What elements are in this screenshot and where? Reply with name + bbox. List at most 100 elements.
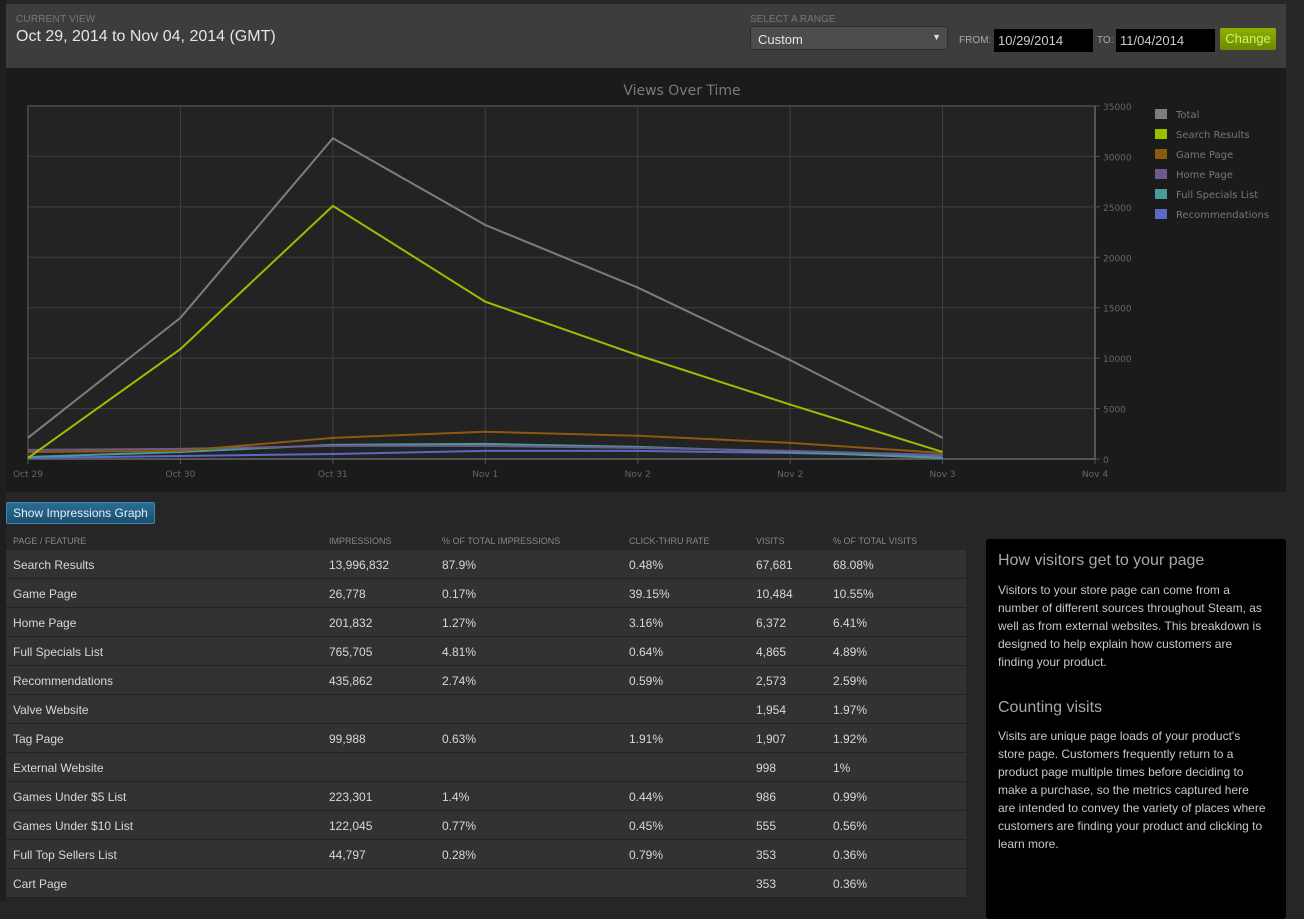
table-cell: 67,681 — [756, 558, 793, 572]
current-view-label: CURRENT VIEW — [16, 14, 96, 25]
column-header: % OF TOTAL IMPRESSIONS — [442, 536, 561, 546]
table-cell: 2.74% — [442, 674, 477, 688]
table-cell: 1% — [833, 761, 851, 775]
table-row: Cart Page 353 0.36% — [6, 869, 966, 898]
table-cell: 4.81% — [442, 645, 477, 659]
table-cell: 4.89% — [833, 645, 868, 659]
range-selected-value: Custom — [758, 32, 803, 47]
table-row: Game Page 26,778 0.17% 39.15% 10,484 10.55% — [6, 579, 966, 608]
from-date-input[interactable] — [994, 29, 1093, 52]
table-row: Full Top Sellers List 44,797 0.28% 0.79% 353… — [6, 840, 966, 869]
current-view-value: Oct 29, 2014 to Nov 04, 2014 (GMT) — [16, 28, 276, 45]
x-tick-label: Nov 3 — [929, 470, 955, 480]
table-cell: 0.36% — [833, 848, 868, 862]
info-text-counting-visits: Visits are unique page loads of your pro… — [998, 729, 1266, 851]
table-cell: Search Results — [13, 558, 95, 572]
table-cell: 6,372 — [756, 616, 787, 630]
table-cell: 353 — [756, 848, 777, 862]
table-cell: 555 — [756, 819, 777, 833]
table-cell: Recommendations — [13, 674, 114, 688]
x-tick-label: Nov 2 — [777, 470, 803, 480]
info-heading-how-visitors: How visitors get to your page — [998, 552, 1205, 569]
range-label: SELECT A RANGE — [750, 14, 836, 25]
legend-label: Recommendations — [1176, 210, 1269, 221]
table-cell: 223,301 — [329, 790, 373, 804]
table-row: Games Under $5 List 223,301 1.4% 0.44% 986 0.… — [6, 782, 966, 811]
table-row: Games Under $10 List 122,045 0.77% 0.45% 555… — [6, 811, 966, 840]
table-cell: Full Top Sellers List — [13, 848, 117, 862]
table-cell: 0.59% — [629, 674, 664, 688]
range-select[interactable]: Custom ▼ — [750, 26, 948, 50]
column-header: CLICK-THRU RATE — [629, 536, 710, 546]
table-cell: 0.44% — [629, 790, 664, 804]
table-cell: 0.45% — [629, 819, 664, 833]
dropdown-arrow-icon: ▼ — [932, 32, 941, 42]
column-header: PAGE / FEATURE — [13, 536, 87, 546]
y-tick-label: 5000 — [1103, 406, 1126, 416]
y-tick-label: 10000 — [1103, 355, 1132, 365]
table-row: Recommendations 435,862 2.74% 0.59% 2,573 2.5… — [6, 666, 966, 695]
plot-area — [27, 105, 1096, 460]
table-row: External Website 998 1% — [6, 753, 966, 782]
column-header: IMPRESSIONS — [329, 536, 392, 546]
table-row: Valve Website 1,954 1.97% — [6, 695, 966, 724]
y-tick-label: 20000 — [1103, 254, 1132, 264]
table-cell: 44,797 — [329, 848, 366, 862]
table-cell: 201,832 — [329, 616, 373, 630]
table-cell: 0.48% — [629, 558, 664, 572]
table-cell: 26,778 — [329, 587, 366, 601]
y-tick-label: 35000 — [1103, 103, 1132, 113]
chart-svg: Views Over Time 0 5000 10000 15000 20000 2500… — [13, 83, 1269, 480]
table-row: Home Page 201,832 1.27% 3.16% 6,372 6.41% — [6, 608, 966, 637]
table-cell: 998 — [756, 761, 777, 775]
table-row: Tag Page 99,988 0.63% 1.91% 1,907 1.92% — [6, 724, 966, 753]
table-cell: 122,045 — [329, 819, 373, 833]
show-impressions-graph-button[interactable]: Show Impressions Graph — [6, 502, 155, 524]
table-cell: 986 — [756, 790, 777, 804]
table-cell: 765,705 — [329, 645, 373, 659]
table-cell: 13,996,832 — [329, 558, 390, 572]
table-cell: Games Under $10 List — [13, 819, 134, 833]
table-cell: 2.59% — [833, 674, 868, 688]
x-tick-label: Oct 31 — [318, 470, 348, 480]
to-date-input[interactable] — [1116, 29, 1215, 52]
column-header: % OF TOTAL VISITS — [833, 536, 918, 546]
info-text-how-visitors: Visitors to your store page can come fro… — [998, 583, 1262, 669]
table-cell: 1.97% — [833, 703, 868, 717]
table-cell: 1.4% — [442, 790, 470, 804]
date-range-bar: CURRENT VIEW Oct 29, 2014 to Nov 04, 201… — [6, 4, 1286, 68]
table-cell: 0.28% — [442, 848, 477, 862]
table-cell: 0.17% — [442, 587, 477, 601]
y-tick-label: 25000 — [1103, 204, 1132, 214]
table-cell: 3.16% — [629, 616, 664, 630]
table-cell: 0.79% — [629, 848, 664, 862]
table-cell: 68.08% — [833, 558, 874, 572]
table-cell: 0.36% — [833, 877, 868, 891]
table-cell: 0.64% — [629, 645, 664, 659]
table-cell: 0.63% — [442, 732, 477, 746]
legend-swatch — [1155, 189, 1167, 199]
table-cell: 353 — [756, 877, 777, 891]
table-cell: 0.77% — [442, 819, 477, 833]
table-cell: 1.92% — [833, 732, 868, 746]
table-cell: Valve Website — [13, 703, 89, 717]
change-button[interactable]: Change — [1220, 28, 1276, 50]
info-panel: How visitors get to your page Visitors t… — [986, 539, 1286, 919]
y-tick-label: 15000 — [1103, 305, 1132, 315]
from-label: FROM: — [959, 35, 992, 46]
x-tick-label: Nov 2 — [625, 470, 651, 480]
table-cell: 1.91% — [629, 732, 664, 746]
legend-swatch — [1155, 109, 1167, 119]
table-row: Search Results 13,996,832 87.9% 0.48% 67,681… — [6, 550, 966, 579]
table-cell: Tag Page — [13, 732, 64, 746]
legend-label: Search Results — [1176, 130, 1250, 141]
to-label: TO: — [1097, 35, 1114, 46]
legend-swatch — [1155, 169, 1167, 179]
x-tick-label: Nov 1 — [472, 470, 498, 480]
chart-title: Views Over Time — [623, 83, 740, 99]
table-cell: 99,988 — [329, 732, 366, 746]
y-tick-label: 30000 — [1103, 153, 1132, 163]
table-cell: Cart Page — [13, 877, 68, 891]
table-cell: Game Page — [13, 587, 78, 601]
table-cell: 0.56% — [833, 819, 868, 833]
